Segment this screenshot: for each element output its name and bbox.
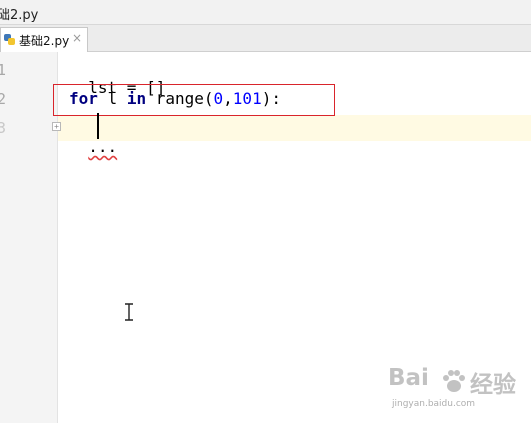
baidu-paw-icon — [443, 370, 465, 392]
code-line-3[interactable]: ... — [69, 118, 117, 156]
ibeam-cursor-icon — [125, 303, 133, 321]
line-number-gutter — [0, 52, 58, 423]
fold-toggle-icon[interactable]: + — [52, 122, 61, 131]
python-file-icon — [4, 34, 15, 45]
ellipsis-text: ... — [88, 137, 118, 156]
annotation-highlight-box — [53, 84, 335, 116]
line-number: 1 — [0, 61, 7, 79]
window-title: 础2.py — [0, 8, 39, 23]
baidu-watermark: Bai 经验 jingyan.baidu.com — [388, 365, 528, 415]
tab-file-jichu2[interactable]: 基础2.py × — [0, 27, 88, 52]
watermark-brand-right: 经验 — [470, 372, 516, 398]
line-number: 2 — [0, 90, 7, 108]
title-bar: 础2.py — [0, 0, 531, 25]
close-tab-icon[interactable]: × — [72, 31, 82, 45]
editor-tab-bar: 基础2.py × — [0, 25, 531, 52]
watermark-brand-left: Bai — [388, 365, 429, 391]
line-number: 3 — [0, 119, 7, 137]
text-caret — [97, 120, 99, 139]
tab-label: 基础2.py — [19, 34, 70, 48]
watermark-url: jingyan.baidu.com — [392, 399, 476, 409]
